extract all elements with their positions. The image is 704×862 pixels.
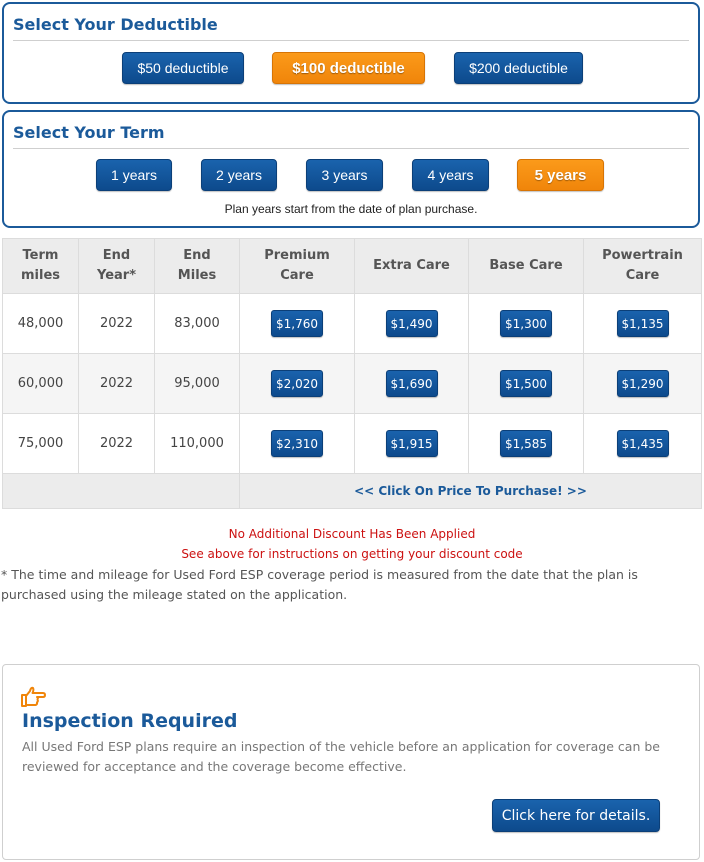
header-extra-care: Extra Care [354,238,469,294]
header-powertrain-care: Powertrain Care [583,238,702,294]
table-footer-row: << Click On Price To Purchase! >> [2,473,702,509]
end-miles-cell: 95,000 [154,353,240,414]
price-button-powertrain-care[interactable]: $1,435 [616,430,669,457]
click-to-purchase-link[interactable]: << Click On Price To Purchase! >> [354,484,587,498]
pointing-hand-icon [21,686,46,707]
price-button-base-care[interactable]: $1,300 [500,310,552,337]
price-button-base-care[interactable]: $1,585 [500,430,552,457]
pricing-table: Term miles End Year* End Miles Premium Care … [2,238,702,509]
deductible-title: Select Your Deductible [13,15,218,34]
table-row: 48,000 2022 83,000 $1,760 $1,490 $1,300 … [2,293,702,354]
price-button-extra-care[interactable]: $1,490 [385,310,438,337]
end-year-cell: 2022 [78,353,155,414]
header-term-miles: Term miles [2,238,79,294]
header-end-miles: End Miles [154,238,240,294]
discount-instructions-text: See above for instructions on getting yo… [181,547,523,561]
term-panel: Select Your Term 1 years 2 years 3 years… [2,110,700,228]
deductible-panel: Select Your Deductible $50 deductible $1… [2,2,700,104]
term-miles-cell: 75,000 [2,413,79,474]
footer-empty-cell [2,473,240,509]
term-2-years-button[interactable]: 2 years [201,159,277,191]
inspection-panel: Inspection Required All Used Ford ESP pl… [2,664,700,860]
header-end-year: End Year* [78,238,155,294]
end-miles-cell: 83,000 [154,293,240,354]
price-button-powertrain-care[interactable]: $1,135 [616,310,669,337]
details-button[interactable]: Click here for details. [492,799,660,832]
table-header-row: Term miles End Year* End Miles Premium Care … [2,238,702,294]
deductible-200-button[interactable]: $200 deductible [454,52,583,84]
deductible-100-button[interactable]: $100 deductible [272,52,425,84]
divider [13,40,689,41]
price-button-extra-care[interactable]: $1,690 [385,370,438,397]
price-button-extra-care[interactable]: $1,915 [385,430,438,457]
coverage-footnote: * The time and mileage for Used Ford ESP… [1,567,638,602]
end-miles-cell: 110,000 [154,413,240,474]
divider [13,148,689,149]
header-base-care: Base Care [468,238,584,294]
term-1-years-button[interactable]: 1 years [96,159,172,191]
table-row: 75,000 2022 110,000 $2,310 $1,915 $1,585… [2,413,702,474]
price-button-premium-care[interactable]: $2,310 [271,430,323,457]
price-button-base-care[interactable]: $1,500 [500,370,552,397]
end-year-cell: 2022 [78,293,155,354]
inspection-description: All Used Ford ESP plans require an inspe… [22,739,660,774]
end-year-cell: 2022 [78,413,155,474]
term-3-years-button[interactable]: 3 years [306,159,383,191]
price-button-premium-care[interactable]: $2,020 [271,370,323,397]
header-premium-care: Premium Care [239,238,355,294]
price-button-powertrain-care[interactable]: $1,290 [616,370,669,397]
discount-status-text: No Additional Discount Has Been Applied [228,527,476,541]
term-4-years-button[interactable]: 4 years [412,159,489,191]
price-button-premium-care[interactable]: $1,760 [271,310,323,337]
term-note: Plan years start from the date of plan p… [224,202,478,216]
inspection-title: Inspection Required [22,710,238,732]
term-title: Select Your Term [13,123,165,142]
deductible-50-button[interactable]: $50 deductible [122,52,244,84]
term-miles-cell: 60,000 [2,353,79,414]
table-row: 60,000 2022 95,000 $2,020 $1,690 $1,500 … [2,353,702,414]
term-5-years-button[interactable]: 5 years [517,159,604,191]
term-miles-cell: 48,000 [2,293,79,354]
